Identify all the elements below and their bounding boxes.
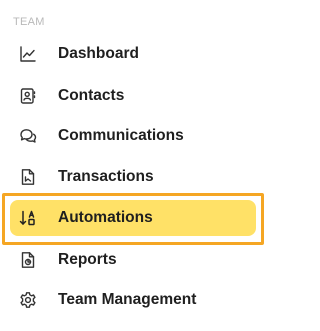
sidebar-item-label: Reports <box>58 251 117 268</box>
sort-automation-icon <box>19 209 37 227</box>
sidebar-item-label: Contacts <box>58 87 125 104</box>
sidebar-item-label: Transactions <box>58 168 154 185</box>
gear-icon <box>19 291 37 309</box>
sidebar-item-reports[interactable]: Reports <box>10 242 256 278</box>
sidebar-item-label: Team Management <box>58 291 197 308</box>
chart-line-icon <box>19 45 37 63</box>
document-icon <box>19 168 37 186</box>
sidebar-item-label: Automations <box>58 209 153 226</box>
sidebar-item-label: Dashboard <box>58 45 139 62</box>
sidebar-item-communications[interactable]: Communications <box>10 118 256 154</box>
contact-book-icon <box>19 87 37 105</box>
chat-bubbles-icon <box>19 127 37 145</box>
sidebar-item-contacts[interactable]: Contacts <box>10 78 256 114</box>
sidebar: TEAM Dashboard Contacts Communications T… <box>0 0 270 331</box>
sidebar-item-automations[interactable]: Automations <box>10 200 256 236</box>
report-icon <box>19 251 37 269</box>
sidebar-item-dashboard[interactable]: Dashboard <box>10 36 256 72</box>
sidebar-item-label: Communications <box>58 127 184 144</box>
section-label: TEAM <box>13 16 45 28</box>
sidebar-item-transactions[interactable]: Transactions <box>10 159 256 195</box>
sidebar-item-team-management[interactable]: Team Management <box>10 282 256 318</box>
